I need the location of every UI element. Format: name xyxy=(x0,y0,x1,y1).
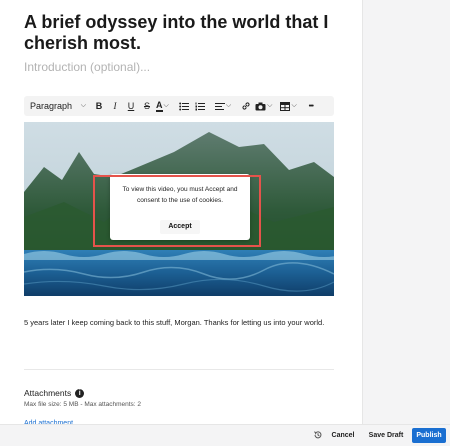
publish-button[interactable]: Publish xyxy=(412,428,446,443)
save-draft-button[interactable]: Save Draft xyxy=(364,428,408,443)
numbered-list-icon xyxy=(195,102,205,110)
paragraph-style-label: Paragraph xyxy=(30,101,73,111)
underline-button[interactable]: U xyxy=(124,96,138,116)
history-icon[interactable] xyxy=(313,430,323,440)
numbered-list-button[interactable] xyxy=(193,96,207,116)
right-panel xyxy=(362,0,450,445)
chevron-down-icon: ⌵ xyxy=(80,102,86,109)
align-left-icon xyxy=(214,102,225,110)
link-icon xyxy=(242,102,250,110)
chevron-down-icon: ⌵ xyxy=(291,102,297,109)
editor-main: A brief odyssey into the world that I ch… xyxy=(0,0,362,445)
attachments-heading: Attachments i xyxy=(24,388,85,398)
chevron-down-icon: ⌵ xyxy=(267,102,273,109)
chevron-down-icon: ⌵ xyxy=(163,102,169,109)
paragraph-style-select[interactable]: Paragraph ⌵ xyxy=(24,96,90,116)
divider xyxy=(24,369,334,370)
action-bar: Cancel Save Draft Publish xyxy=(0,424,450,446)
bulleted-list-icon xyxy=(179,102,189,110)
post-title[interactable]: A brief odyssey into the world that I ch… xyxy=(24,12,344,54)
more-options-button[interactable]: ••• xyxy=(303,96,319,116)
bold-button[interactable]: B xyxy=(92,96,106,116)
camera-icon xyxy=(255,102,266,110)
attachments-limits: Max file size: 5 MB - Max attachments: 2 xyxy=(24,401,142,408)
link-button[interactable] xyxy=(239,96,253,116)
highlight-box xyxy=(93,175,261,247)
strikethrough-button[interactable]: S xyxy=(140,96,154,116)
attachments-label: Attachments xyxy=(24,388,72,398)
insert-table-button[interactable]: ⌵ xyxy=(280,101,297,111)
info-icon[interactable]: i xyxy=(75,388,85,398)
insert-media-button[interactable]: ⌵ xyxy=(255,102,272,111)
cancel-button[interactable]: Cancel xyxy=(328,428,358,443)
font-color-button[interactable]: A ⌵ xyxy=(156,99,169,112)
video-embed: To view this video, you must Accept and … xyxy=(24,122,334,296)
editor-toolbar: Paragraph ⌵ B I U S A ⌵ ⌵ ⌵ ⌵ ••• xyxy=(24,96,334,116)
bulleted-list-button[interactable] xyxy=(177,96,191,116)
intro-input[interactable]: Introduction (optional)... xyxy=(24,60,344,74)
chevron-down-icon: ⌵ xyxy=(225,102,232,109)
italic-button[interactable]: I xyxy=(108,96,122,116)
post-body[interactable]: 5 years later I keep coming back to this… xyxy=(24,318,354,327)
font-color-icon: A xyxy=(156,99,163,112)
align-button[interactable]: ⌵ xyxy=(214,102,232,111)
table-icon xyxy=(280,101,291,111)
